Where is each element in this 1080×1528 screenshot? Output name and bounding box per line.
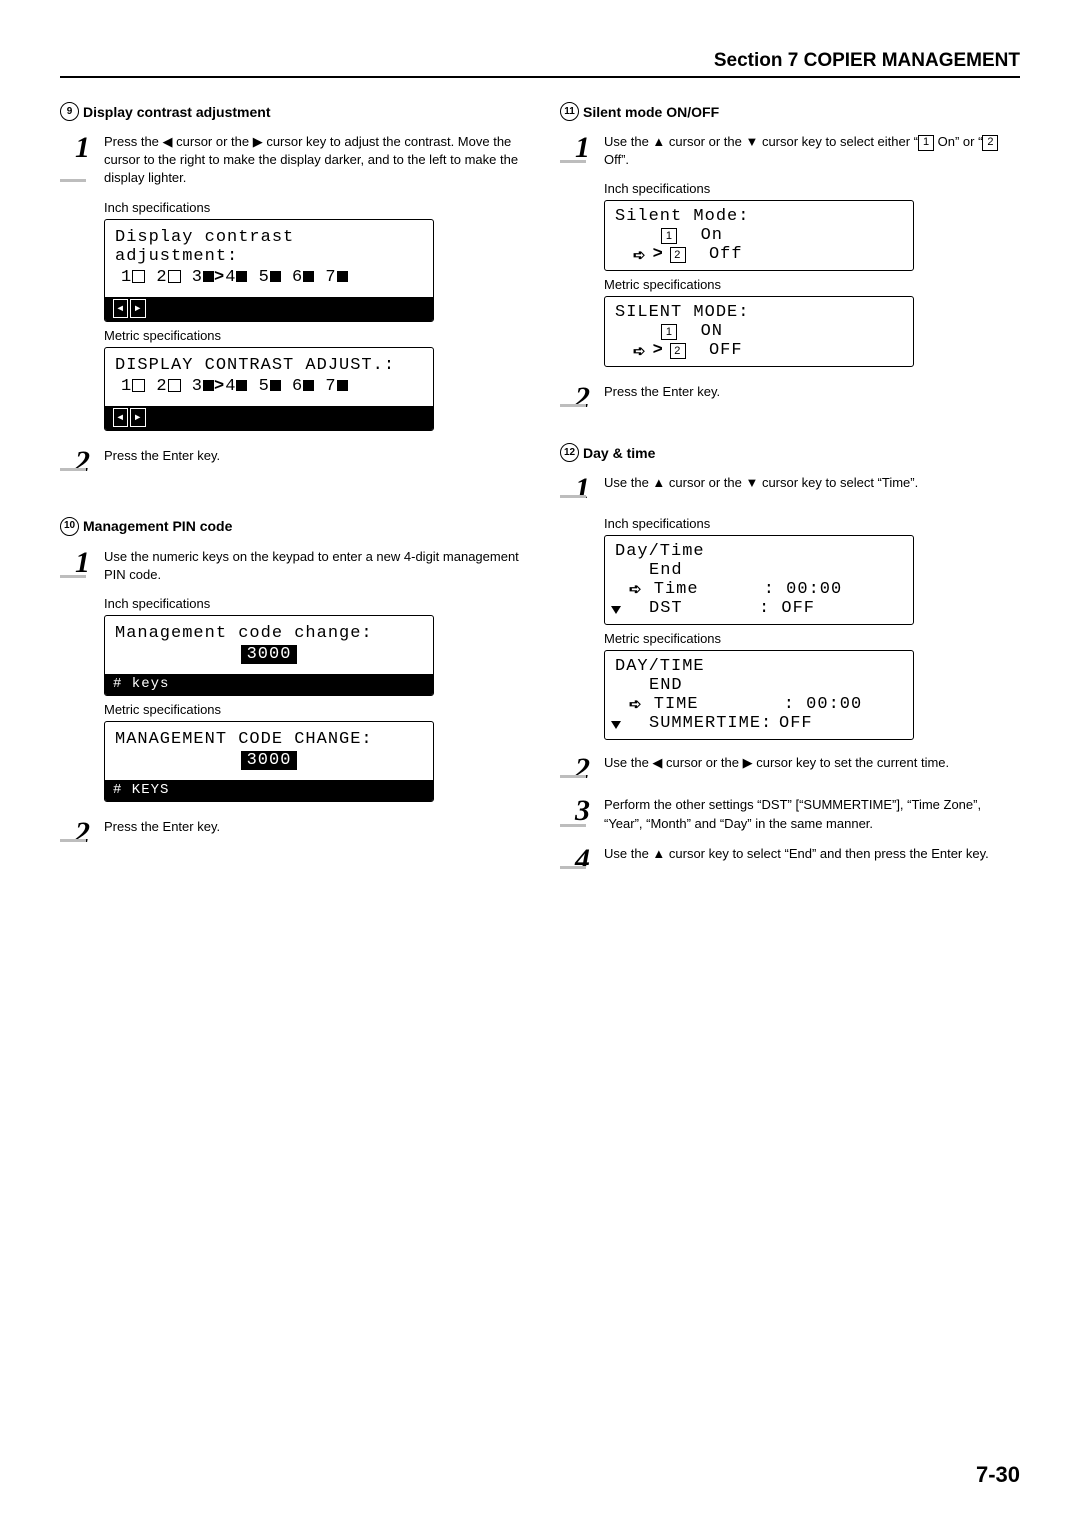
lcd-line-selected: ➪ Time: 00:00 <box>615 580 903 599</box>
s9-step1-text: Press the ◀ cursor or the ▶ cursor key t… <box>104 133 520 188</box>
lcd-line: SUMMERTIME:OFF <box>615 714 903 733</box>
s12-step2-text: Use the ◀ cursor or the ▶ cursor key to … <box>604 754 1020 784</box>
s9-step1: 1 Press the ◀ cursor or the ▶ cursor key… <box>60 133 520 188</box>
inch-label: Inch specifications <box>604 181 1020 196</box>
lcd-line: Day/Time <box>615 542 903 561</box>
topic-11-title: Silent mode ON/OFF <box>583 104 719 120</box>
lcd-line: Display contrast adjustment: <box>115 228 423 266</box>
metric-label: Metric specifications <box>104 328 520 343</box>
lcd-line: END <box>615 676 903 695</box>
lcd-s10-metric: MANAGEMENT CODE CHANGE: 3000 # KEYS <box>104 721 434 802</box>
content-columns: 9 Display contrast adjustment 1 Press th… <box>60 96 1020 887</box>
metric-label: Metric specifications <box>604 631 1020 646</box>
lcd-s9-inch: Display contrast adjustment: 1 2 3>4 5 6… <box>104 219 434 322</box>
s11-step2: 2 Press the Enter key. <box>560 383 1020 413</box>
lcd-s12-metric: DAY/TIME END ➪ TIME: 00:00 SUMMERTIME:OF… <box>604 650 914 740</box>
step-number: 1 <box>60 548 94 584</box>
topic-10-title: Management PIN code <box>83 518 232 534</box>
s11-step2-text: Press the Enter key. <box>604 383 1020 413</box>
topic-9: 9 Display contrast adjustment <box>60 102 520 121</box>
right-column: 11 Silent mode ON/OFF 1 Use the ▲ cursor… <box>560 96 1020 887</box>
lcd-s9-metric: DISPLAY CONTRAST ADJUST.: 1 2 3>4 5 6 7 … <box>104 347 434 431</box>
cursor-key-icon: ◂▸ <box>113 299 146 318</box>
s10-step1: 1 Use the numeric keys on the keypad to … <box>60 548 520 584</box>
metric-label: Metric specifications <box>604 277 1020 292</box>
page-number: 7-30 <box>976 1462 1020 1488</box>
topic-9-title: Display contrast adjustment <box>83 104 271 120</box>
lcd-line: SILENT MODE: <box>615 303 903 322</box>
pin-value: 3000 <box>115 749 423 774</box>
s12-step1-text: Use the ▲ cursor or the ▼ cursor key to … <box>604 474 1020 504</box>
scroll-down-icon <box>611 601 621 620</box>
inch-label: Inch specifications <box>604 516 1020 531</box>
s12-step4-text: Use the ▲ cursor key to select “End” and… <box>604 845 1020 875</box>
lcd-line: DST: OFF <box>615 599 903 618</box>
s12-step4: 4 Use the ▲ cursor key to select “End” a… <box>560 845 1020 875</box>
topic-11: 11 Silent mode ON/OFF <box>560 102 1020 121</box>
page-header: Section 7 COPIER MANAGEMENT <box>60 50 1020 78</box>
step-number: 1 <box>560 133 594 169</box>
s9-step2: 2 Press the Enter key. <box>60 447 520 477</box>
lcd-line: Management code change: <box>115 624 423 643</box>
lcd-line-selected: ➪ TIME: 00:00 <box>615 695 903 714</box>
s10-step2: 2 Press the Enter key. <box>60 818 520 848</box>
pointer-icon: ➪ <box>629 695 643 714</box>
pointer-icon: ➪ <box>633 246 647 264</box>
circled-number-icon: 11 <box>560 102 579 121</box>
step-number: 3 <box>560 796 594 832</box>
s12-step3: 3 Perform the other settings “DST” [“SUM… <box>560 796 1020 832</box>
lcd-option-selected: ➪>2 OFF <box>615 341 903 360</box>
circled-number-icon: 9 <box>60 102 79 121</box>
s10-step2-text: Press the Enter key. <box>104 818 520 848</box>
lcd-s10-inch: Management code change: 3000 # keys <box>104 615 434 696</box>
s12-step3-text: Perform the other settings “DST” [“SUMME… <box>604 796 1020 832</box>
lcd-s12-inch: Day/Time End ➪ Time: 00:00 DST: OFF <box>604 535 914 625</box>
s12-step2: 2 Use the ◀ cursor or the ▶ cursor key t… <box>560 754 1020 784</box>
pointer-icon: ➪ <box>633 342 647 360</box>
topic-10: 10 Management PIN code <box>60 517 520 536</box>
lcd-line: MANAGEMENT CODE CHANGE: <box>115 730 423 749</box>
lcd-footer: # KEYS <box>105 780 433 801</box>
lcd-footer: ◂▸ <box>105 297 433 321</box>
step-number: 4 <box>560 845 594 875</box>
lcd-s11-inch: Silent Mode: 1 On ➪>2 Off <box>604 200 914 271</box>
pin-value: 3000 <box>115 643 423 668</box>
step-number: 1 <box>60 133 94 188</box>
scroll-down-icon <box>611 716 621 735</box>
metric-label: Metric specifications <box>104 702 520 717</box>
lcd-s11-metric: SILENT MODE: 1 ON ➪>2 OFF <box>604 296 914 367</box>
left-column: 9 Display contrast adjustment 1 Press th… <box>60 96 520 887</box>
lcd-option: 1 On <box>615 226 903 245</box>
circled-number-icon: 12 <box>560 443 579 462</box>
inch-label: Inch specifications <box>104 596 520 611</box>
lcd-option-selected: ➪>2 Off <box>615 245 903 264</box>
lcd-line: DISPLAY CONTRAST ADJUST.: <box>115 356 423 375</box>
pointer-icon: ➪ <box>629 580 643 599</box>
lcd-option: 1 ON <box>615 322 903 341</box>
s10-step1-text: Use the numeric keys on the keypad to en… <box>104 548 520 584</box>
s11-step1-text: Use the ▲ cursor or the ▼ cursor key to … <box>604 133 1020 169</box>
circled-number-icon: 10 <box>60 517 79 536</box>
lcd-footer: ◂▸ <box>105 406 433 430</box>
s9-step2-text: Press the Enter key. <box>104 447 520 477</box>
lcd-footer: # keys <box>105 674 433 695</box>
inch-label: Inch specifications <box>104 200 520 215</box>
lcd-line: Silent Mode: <box>615 207 903 226</box>
step-number: 2 <box>560 754 594 784</box>
s11-step1: 1 Use the ▲ cursor or the ▼ cursor key t… <box>560 133 1020 169</box>
lcd-line: End <box>615 561 903 580</box>
topic-12: 12 Day & time <box>560 443 1020 462</box>
lcd-scale: 1 2 3>4 5 6 7 <box>115 266 423 291</box>
step-number: 1 <box>560 474 594 504</box>
lcd-scale: 1 2 3>4 5 6 7 <box>115 375 423 400</box>
s12-step1: 1 Use the ▲ cursor or the ▼ cursor key t… <box>560 474 1020 504</box>
step-number: 2 <box>60 447 94 477</box>
lcd-line: DAY/TIME <box>615 657 903 676</box>
section-title: Section 7 COPIER MANAGEMENT <box>714 50 1020 71</box>
topic-12-title: Day & time <box>583 445 655 461</box>
cursor-key-icon: ◂▸ <box>113 408 146 427</box>
step-number: 2 <box>60 818 94 848</box>
step-number: 2 <box>560 383 594 413</box>
